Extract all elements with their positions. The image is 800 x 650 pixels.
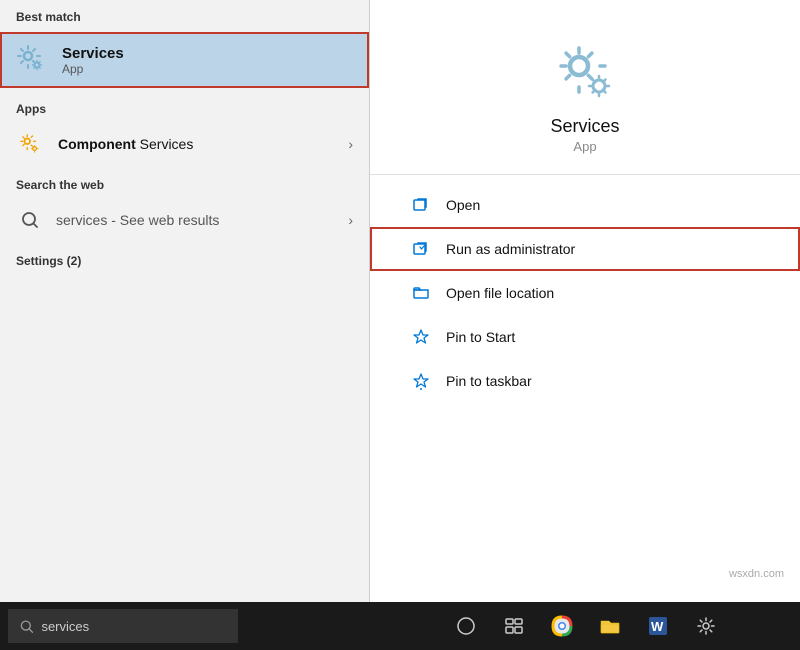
web-label: Search the web <box>0 168 369 196</box>
pin-start-label: Pin to Start <box>446 329 515 345</box>
taskbar: W wsxdn.com <box>0 602 800 650</box>
admin-icon <box>410 238 432 260</box>
run-admin-label: Run as administrator <box>446 241 575 257</box>
apps-label: Apps <box>0 92 369 120</box>
settings-button[interactable] <box>683 602 729 650</box>
web-chevron-icon: › <box>348 212 353 228</box>
taskbar-search-button[interactable] <box>443 602 489 650</box>
start-menu-right: Services App Open <box>370 0 800 602</box>
app-detail-header: Services App <box>370 0 800 175</box>
chrome-button[interactable] <box>539 602 585 650</box>
best-match-text: Services App <box>62 45 124 76</box>
chevron-right-icon: › <box>348 136 353 152</box>
pin-taskbar-label: Pin to taskbar <box>446 373 532 389</box>
best-match-title: Services <box>62 45 124 62</box>
app-name-text: Services <box>550 116 619 137</box>
start-menu-left: Best match Services App Apps <box>0 0 370 602</box>
task-view-button[interactable] <box>491 602 537 650</box>
search-circle-icon <box>16 206 44 234</box>
component-services-name: Component Services <box>58 136 348 152</box>
pin-taskbar-icon <box>410 370 432 392</box>
services-icon <box>14 42 50 78</box>
web-suffix: - See web results <box>107 212 219 228</box>
word-button[interactable]: W <box>635 602 681 650</box>
web-search-item[interactable]: services - See web results › <box>0 196 369 244</box>
app-type-text: App <box>573 139 596 154</box>
best-match-subtitle: App <box>62 62 124 76</box>
taskbar-search-box[interactable] <box>8 609 238 643</box>
taskbar-search-icon <box>20 619 33 634</box>
watermark: wsxdn.com <box>729 568 784 580</box>
open-label: Open <box>446 197 480 213</box>
web-query: services <box>56 212 107 228</box>
services-app-icon <box>553 40 617 104</box>
open-icon <box>410 194 432 216</box>
pin-taskbar-action[interactable]: Pin to taskbar <box>370 359 800 403</box>
taskbar-search-input[interactable] <box>41 619 226 634</box>
gear-svg-icon <box>16 44 48 76</box>
open-location-action[interactable]: Open file location <box>370 271 800 315</box>
pin-start-action[interactable]: Pin to Start <box>370 315 800 359</box>
open-action[interactable]: Open <box>370 183 800 227</box>
action-list: Open Run as administrator <box>370 175 800 411</box>
settings-label: Settings (2) <box>0 244 369 274</box>
folder-icon <box>410 282 432 304</box>
web-search-text: services - See web results <box>56 212 219 228</box>
pin-start-icon <box>410 326 432 348</box>
best-match-label: Best match <box>0 0 369 28</box>
open-location-label: Open file location <box>446 285 554 301</box>
component-services-item[interactable]: Component Services › <box>0 120 369 168</box>
taskbar-icon-group: W <box>443 602 729 650</box>
file-explorer-button[interactable] <box>587 602 633 650</box>
best-match-services[interactable]: Services App <box>0 32 369 88</box>
services-text: Services <box>140 136 194 152</box>
run-admin-action[interactable]: Run as administrator <box>370 227 800 271</box>
component-services-icon <box>16 130 44 158</box>
svg-text:W: W <box>651 619 664 634</box>
